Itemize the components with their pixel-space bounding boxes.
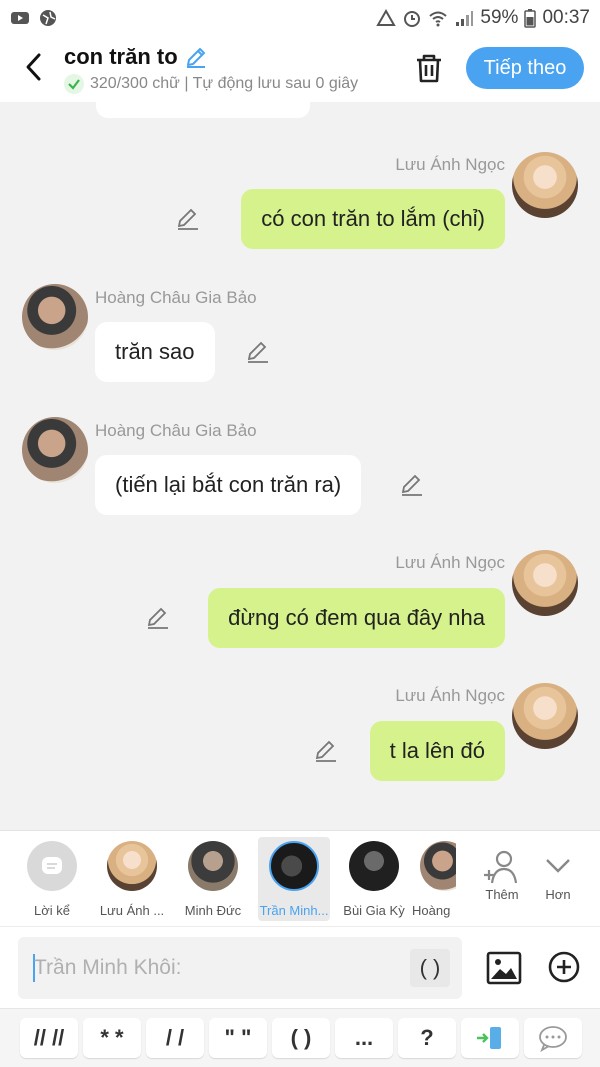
character-item[interactable]: Bùi Gia Kỳ [338,837,410,921]
message-sender: Lưu Ánh Ngọc [395,553,505,572]
edit-message-icon[interactable] [146,606,170,630]
next-button[interactable]: Tiếp theo [466,47,584,89]
character-name: Lời kể [34,903,70,918]
chat-area: Lưu Ánh Ngọc có con trăn to lắm (chỉ) Ho… [0,102,600,830]
quick-key[interactable]: ... [335,1018,393,1058]
avatar[interactable] [512,683,578,749]
message-bubble[interactable]: đừng có đem qua đây nha [208,588,505,648]
character-item[interactable]: Minh Đức [177,837,249,921]
character-item[interactable]: Lưu Ánh ... [96,837,168,921]
battery-icon [524,9,537,28]
edit-message-icon[interactable] [176,207,200,231]
character-name: Hoàng [412,903,451,918]
avatar [349,841,399,891]
message-input[interactable]: Trần Minh Khôi: ( ) [18,937,462,999]
add-icon[interactable] [548,951,580,983]
message-input-placeholder: Trần Minh Khôi: [34,956,182,979]
character-name: Lưu Ánh ... [99,903,165,918]
quick-key[interactable]: ? [398,1018,456,1058]
message-sender: Lưu Ánh Ngọc [395,155,505,174]
message-bubble[interactable]: t la lên đó [369,721,505,781]
switch-device-button[interactable] [461,1018,519,1058]
alarm-icon [404,11,421,27]
story-title[interactable]: con trăn to [64,44,208,70]
quick-key-bar: // // * * / / " " ( ) ... ? [0,1008,600,1067]
save-status-text: 320/300 chữ | Tự động lưu sau 0 giây [90,75,359,92]
character-narrator[interactable]: Lời kể [16,837,88,921]
avatar[interactable] [22,284,88,350]
quick-key[interactable]: " " [209,1018,267,1058]
quick-key[interactable]: ( ) [272,1018,330,1058]
phone-swap-icon [477,1027,501,1049]
edit-message-icon[interactable] [246,340,270,364]
avatar[interactable] [512,550,578,616]
message-sender: Hoàng Châu Gia Bảo [95,288,257,307]
avatar [420,841,456,891]
chat-bubble-button[interactable] [524,1018,582,1058]
youtube-icon [11,12,29,24]
more-characters-button[interactable]: Hơn [522,837,594,921]
check-icon [64,74,84,94]
quick-key[interactable]: / / [146,1018,204,1058]
avatar [188,841,238,891]
image-icon[interactable] [486,951,522,985]
avatar [269,841,319,891]
character-name: Bùi Gia Kỳ [343,903,405,918]
wifi-icon [429,11,448,27]
more-label: Hơn [545,887,571,902]
add-user-icon [484,850,518,884]
avatar[interactable] [22,417,88,483]
battery-percent: 59% [480,7,519,28]
edit-message-icon[interactable] [400,473,424,497]
clock: 00:37 [542,7,590,28]
save-status: 320/300 chữ | Tự động lưu sau 0 giây [64,74,358,94]
signal-icon [456,11,474,26]
data-saver-icon [376,9,397,26]
avatar[interactable] [512,152,578,218]
character-name: Trần Minh... [259,903,329,918]
editor-header: con trăn to 320/300 chữ | Tự động lưu sa… [0,36,600,102]
parentheses-button[interactable]: ( ) [410,949,450,987]
narrator-icon [27,841,77,891]
back-button[interactable] [18,50,48,84]
chevron-down-icon [546,859,570,873]
chat-bubble-icon [539,1026,567,1052]
quick-key[interactable]: * * [83,1018,141,1058]
character-name: Minh Đức [184,903,242,918]
story-title-text: con trăn to [64,44,178,69]
browser-icon [40,10,56,26]
message-bubble[interactable]: có con trăn to lắm (chỉ) [241,189,505,249]
message-bubble-partial[interactable] [96,102,310,118]
message-bubble[interactable]: (tiến lại bắt con trăn ra) [95,455,362,515]
composer: Trần Minh Khôi: ( ) [0,926,600,1008]
trash-icon[interactable] [414,52,444,84]
character-item[interactable]: Hoàng [412,837,456,921]
avatar [107,841,157,891]
edit-title-icon[interactable] [184,45,208,69]
edit-message-icon[interactable] [314,739,338,763]
quick-key[interactable]: // // [20,1018,78,1058]
character-item-selected[interactable]: Trần Minh... [258,837,330,921]
message-bubble[interactable]: trăn sao [95,322,215,382]
status-bar: 59% 00:37 [0,0,600,36]
character-bar: Lời kể Lưu Ánh ... Minh Đức Trần Minh...… [0,830,600,926]
message-sender: Lưu Ánh Ngọc [395,686,505,705]
message-sender: Hoàng Châu Gia Bảo [95,421,257,440]
back-arrow-icon [26,53,41,81]
